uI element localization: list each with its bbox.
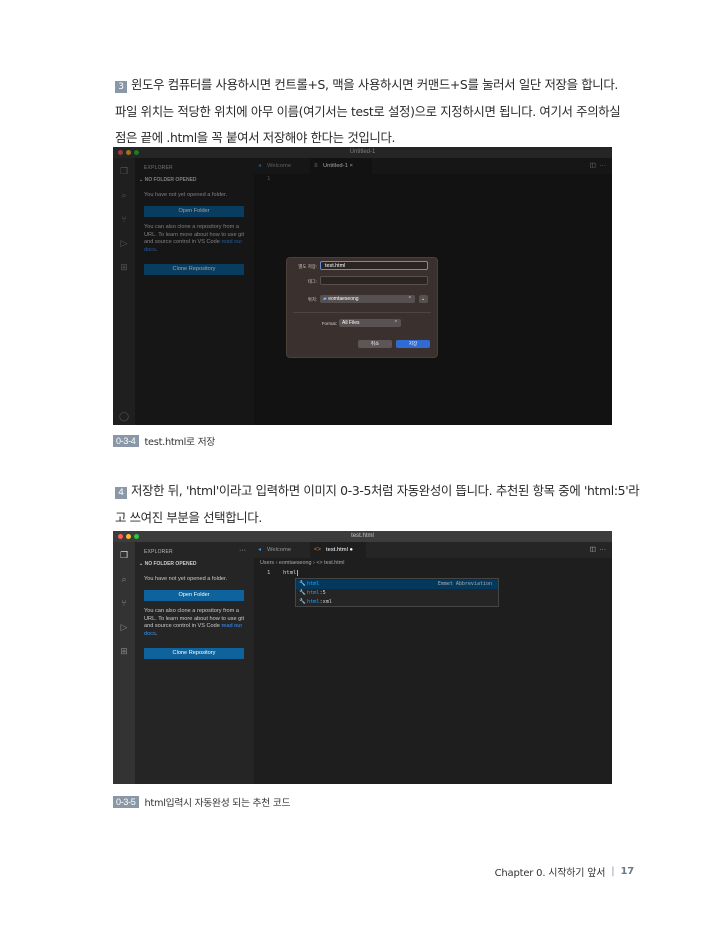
select-arrow-icon: ⌃ — [393, 320, 398, 326]
autocomplete-widget: 🔧 html Emmet Abbreviation 🔧 html:5 🔧 html:xm… — [295, 578, 499, 607]
step3-paragraph: 3 윈도우 컴퓨터를 사용하시면 컨트롤+S, 맥을 사용하시면 커맨드+S를 눌… — [115, 72, 640, 152]
more-actions-icon[interactable]: ··· — [239, 547, 246, 554]
explorer-sidebar: EXPLORER ··· ⌄ NO FOLDER OPENED You have… — [135, 542, 254, 784]
select-arrow-icon: ⌃ — [407, 296, 412, 302]
vscode-autocomplete-screenshot: test.html ❐ ⌕ ⑂ ▷ ⊞ EXPLORER ··· ⌄ NO FO… — [113, 531, 612, 784]
suggestion-item[interactable]: 🔧 html Emmet Abbreviation — [296, 580, 498, 589]
no-folder-section[interactable]: ⌄ NO FOLDER OPENED — [139, 561, 197, 567]
breadcrumb[interactable]: Users › eomtaeseong › <> test.html — [260, 560, 345, 566]
unsaved-dot-icon[interactable]: ● — [350, 547, 354, 553]
chapter-title: Chapter 0. 시작하기 앞서 — [494, 868, 606, 879]
explorer-title: EXPLORER — [144, 549, 173, 555]
run-debug-icon[interactable]: ▷ — [119, 622, 129, 632]
suggestion-item[interactable]: 🔧 html:5 — [296, 589, 498, 598]
page-number: 17 — [620, 866, 634, 877]
caption-number: 0-3-4 — [113, 435, 139, 447]
tags-label: 태그: — [307, 279, 317, 284]
where-label: 위치: — [307, 297, 317, 302]
where-select[interactable]: ▰ eomtaeseong ⌃ — [320, 295, 415, 303]
wrench-icon: 🔧 — [299, 581, 306, 587]
expand-dialog-button[interactable]: ⌄ — [419, 295, 428, 303]
page-footer: Chapter 0. 시작하기 앞서 | 17 — [494, 864, 635, 879]
more-actions-icon[interactable]: ··· — [600, 546, 607, 553]
suggestion-item[interactable]: 🔧 html:xml — [296, 598, 498, 607]
open-folder-button[interactable]: Open Folder — [144, 590, 244, 601]
tab-test-html[interactable]: <> test.html ● — [310, 542, 366, 558]
save-button[interactable]: 저장 — [396, 340, 430, 348]
line-number: 1 — [267, 570, 271, 576]
step3-line1: 3 윈도우 컴퓨터를 사용하시면 컨트롤+S, 맥을 사용하시면 커맨드+S를 눌… — [115, 72, 640, 99]
vscode-save-screenshot: Untitled-1 ❐ ⌕ ⑂ ▷ ⊞ ◯ EXPLORER ⌄ NO FOL… — [113, 147, 612, 425]
save-dialog: 별도 저장: test.html 태그: 위치: ▰ eomtaeseong ⌃ … — [286, 257, 438, 358]
explorer-icon[interactable]: ❐ — [119, 550, 129, 560]
format-label: Format: — [321, 321, 337, 326]
folder-icon: ▰ — [323, 296, 327, 302]
dialog-divider — [293, 312, 431, 313]
html-file-icon: <> — [314, 547, 322, 553]
text-cursor — [297, 570, 299, 576]
editor-tabs: ◂ Welcome <> test.html ● ◫ ··· — [254, 542, 612, 558]
caption-text: test.html로 저장 — [144, 437, 216, 448]
step-number-badge: 4 — [115, 487, 127, 499]
step-number-badge: 3 — [115, 81, 127, 93]
wrench-icon: 🔧 — [299, 599, 306, 605]
extensions-icon[interactable]: ⊞ — [119, 646, 129, 656]
cancel-button[interactable]: 취소 — [358, 340, 392, 348]
split-editor-icon[interactable]: ◫ — [590, 546, 596, 553]
clone-info-text: You can also clone a repository from a U… — [144, 608, 245, 637]
activity-bar: ❐ ⌕ ⑂ ▷ ⊞ — [113, 542, 135, 784]
save-as-input[interactable]: test.html — [320, 261, 428, 270]
editor-area[interactable]: Users › eomtaeseong › <> test.html 1 htm… — [254, 558, 612, 784]
code-line[interactable]: html — [283, 570, 299, 576]
tab-welcome[interactable]: ◂ Welcome — [254, 542, 310, 558]
save-as-label: 별도 저장: — [298, 264, 317, 269]
caption-text: html입력시 자동완성 되는 추천 코드 — [144, 798, 291, 809]
caption-number: 0-3-5 — [113, 796, 139, 808]
step3-line2: 파일 위치는 적당한 위치에 아무 이름(여기서는 test로 설정)으로 지정… — [115, 103, 621, 119]
figure1-caption: 0-3-4 test.html로 저장 — [113, 434, 215, 448]
step4-line2: 고 쓰여진 부분을 선택합니다. — [115, 509, 262, 525]
vscode-logo-icon: ◂ — [258, 547, 262, 553]
search-icon[interactable]: ⌕ — [119, 574, 129, 584]
figure2-caption: 0-3-5 html입력시 자동완성 되는 추천 코드 — [113, 795, 290, 809]
title-bar: test.html — [113, 531, 612, 542]
step4-paragraph: 4 저장한 뒤, 'html'이라고 입력하면 이미지 0-3-5처럼 자동완성이… — [115, 478, 640, 531]
source-control-icon[interactable]: ⑂ — [119, 598, 129, 608]
footer-separator: | — [611, 866, 615, 877]
tab-actions: ◫ ··· — [590, 542, 606, 558]
no-folder-text: You have not yet opened a folder. — [144, 576, 228, 582]
clone-repository-button[interactable]: Clone Repository — [144, 648, 244, 659]
wrench-icon: 🔧 — [299, 590, 306, 596]
window-title: test.html — [351, 533, 374, 539]
format-select[interactable]: All Files ⌃ — [339, 319, 401, 327]
tags-input[interactable] — [320, 276, 428, 285]
step4-line1: 4 저장한 뒤, 'html'이라고 입력하면 이미지 0-3-5처럼 자동완성이… — [115, 478, 640, 505]
